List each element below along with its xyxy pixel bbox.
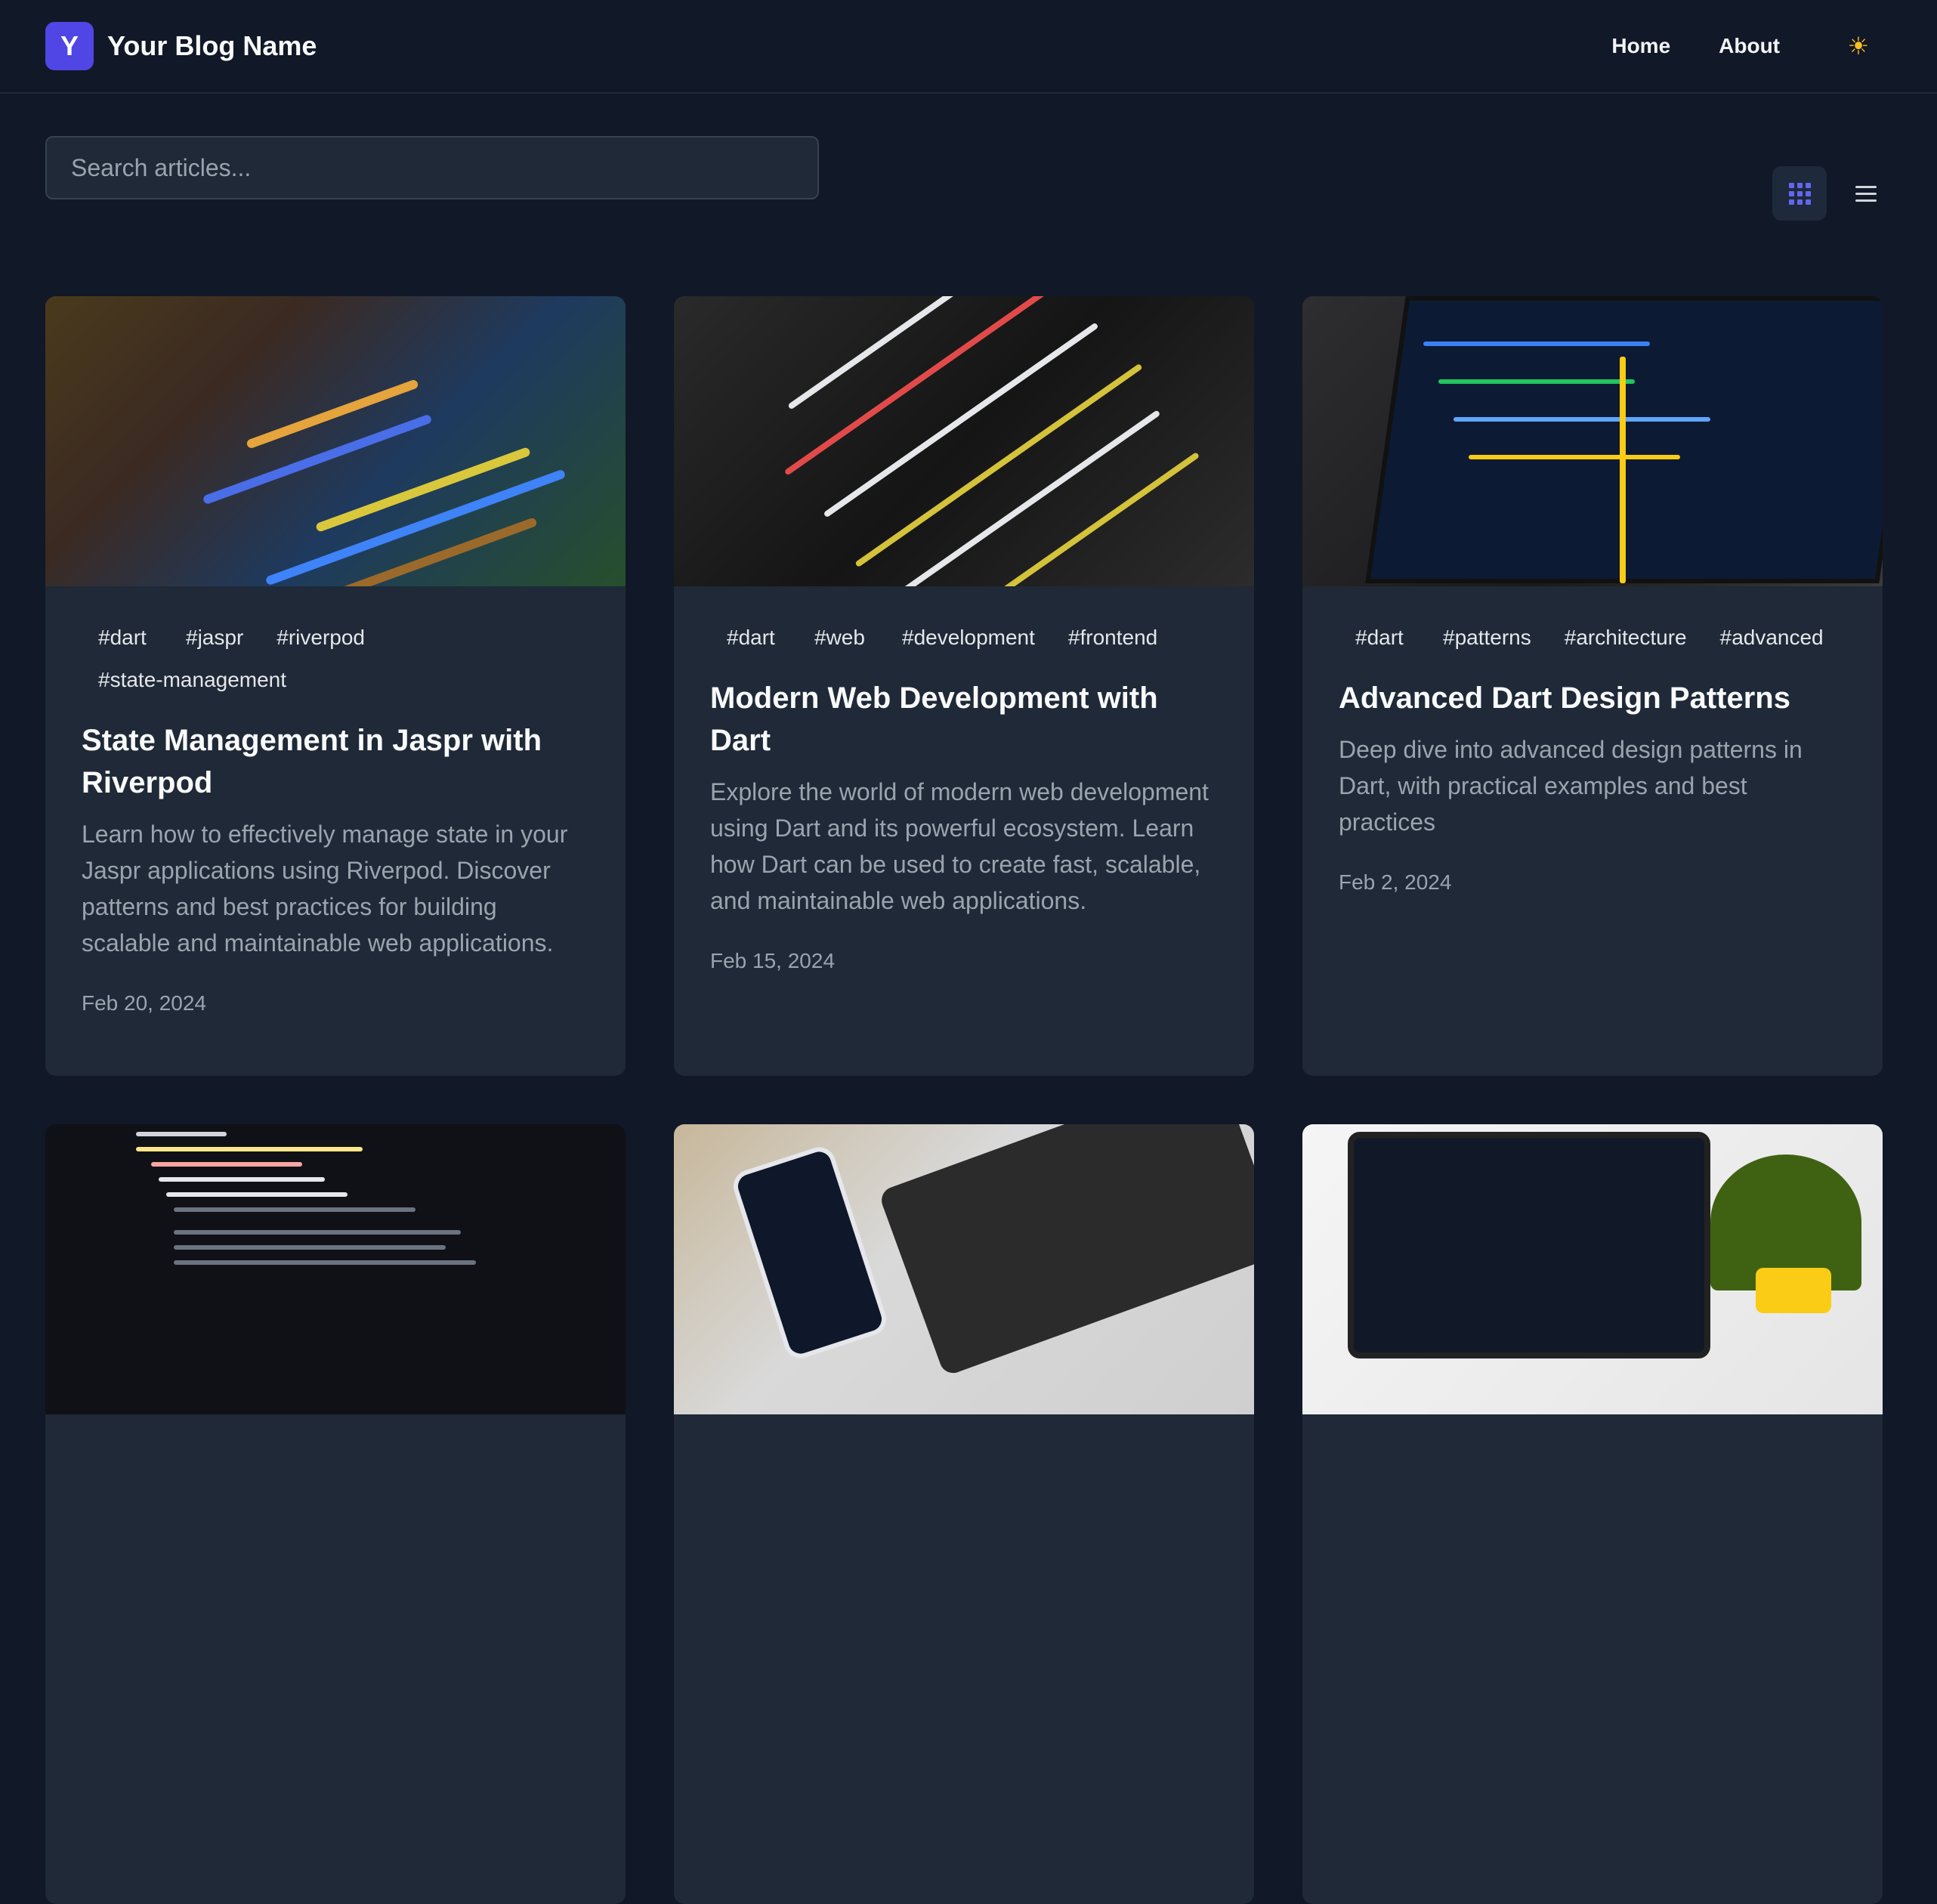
logo[interactable]: Y (45, 22, 94, 70)
article-image[interactable] (1302, 296, 1883, 586)
tag[interactable]: #riverpod (266, 621, 375, 654)
tag[interactable]: #development (891, 621, 1046, 654)
article-image[interactable] (45, 1124, 626, 1414)
tag[interactable]: #patterns (1432, 621, 1542, 654)
site-header: Y Your Blog Name Home About ☀ (0, 0, 1937, 94)
grid-icon (1788, 182, 1811, 205)
tag[interactable]: #web (804, 621, 879, 654)
tag-list: #dart #jaspr #riverpod #state-management (88, 621, 589, 697)
article-image[interactable] (45, 296, 626, 586)
nav-about-link[interactable]: About (1719, 34, 1780, 58)
toolbar (0, 94, 1937, 295)
article-description: Explore the world of modern web developm… (710, 778, 1209, 914)
article-card[interactable]: #dart #patterns #architecture #advanced … (1302, 296, 1883, 1076)
brand-name[interactable]: Your Blog Name (107, 30, 317, 62)
tag[interactable]: #dart (1345, 621, 1420, 654)
article-card[interactable]: #dart #web #development #frontend Modern… (674, 296, 1254, 1076)
tag[interactable]: #advanced (1710, 621, 1834, 654)
article-card[interactable] (1302, 1124, 1883, 1904)
article-date: Feb 2, 2024 (1339, 870, 1452, 894)
tag[interactable]: #dart (88, 621, 163, 654)
article-date: Feb 15, 2024 (710, 949, 836, 972)
nav-home-link[interactable]: Home (1611, 34, 1670, 58)
main-nav: Home About ☀ (1611, 25, 1880, 67)
search-input[interactable] (45, 136, 819, 199)
article-image[interactable] (674, 296, 1254, 586)
article-image[interactable] (1302, 1124, 1883, 1414)
article-card[interactable]: #dart #jaspr #riverpod #state-management… (45, 296, 626, 1076)
card-body: #dart #web #development #frontend Modern… (674, 586, 1254, 1009)
article-grid: #dart #jaspr #riverpod #state-management… (45, 296, 1883, 1904)
view-toggle (1772, 166, 1893, 221)
list-view-button[interactable] (1839, 166, 1893, 221)
article-date: Feb 20, 2024 (82, 991, 207, 1015)
article-title[interactable]: Advanced Dart Design Patterns (1339, 677, 1846, 719)
tag[interactable]: #jaspr (175, 621, 254, 654)
article-description: Learn how to effectively manage state in… (82, 821, 568, 957)
article-image[interactable] (674, 1124, 1254, 1414)
article-card[interactable] (674, 1124, 1254, 1904)
article-title[interactable]: Modern Web Development with Dart (710, 677, 1218, 762)
article-card[interactable] (45, 1124, 626, 1904)
tag-list: #dart #patterns #architecture #advanced (1345, 621, 1846, 654)
tag[interactable]: #frontend (1058, 621, 1168, 654)
card-body: #dart #patterns #architecture #advanced … (1302, 586, 1883, 931)
article-title[interactable]: State Management in Jaspr with Riverpod (82, 719, 589, 804)
tag-list: #dart #web #development #frontend (716, 621, 1218, 654)
article-description: Deep dive into advanced design patterns … (1339, 736, 1803, 836)
tag[interactable]: #dart (716, 621, 792, 654)
brand[interactable]: Y Your Blog Name (45, 22, 317, 70)
sun-icon[interactable]: ☀ (1837, 25, 1880, 67)
list-icon (1855, 185, 1877, 202)
grid-view-button[interactable] (1772, 166, 1827, 221)
tag[interactable]: #state-management (88, 663, 297, 697)
card-body: #dart #jaspr #riverpod #state-management… (45, 586, 626, 1052)
tag[interactable]: #architecture (1554, 621, 1698, 654)
